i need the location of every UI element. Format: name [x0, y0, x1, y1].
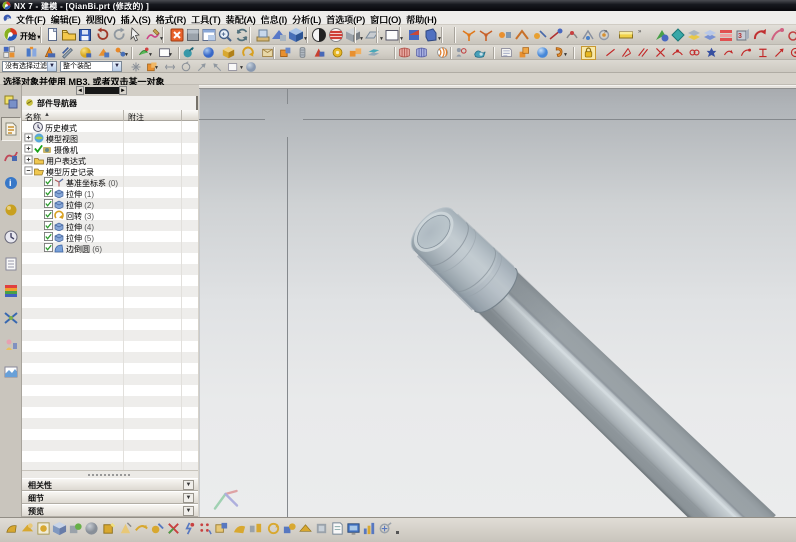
svg-text:3: 3	[738, 33, 742, 40]
svg-text:i: i	[9, 178, 12, 188]
svg-text:+: +	[222, 32, 226, 39]
